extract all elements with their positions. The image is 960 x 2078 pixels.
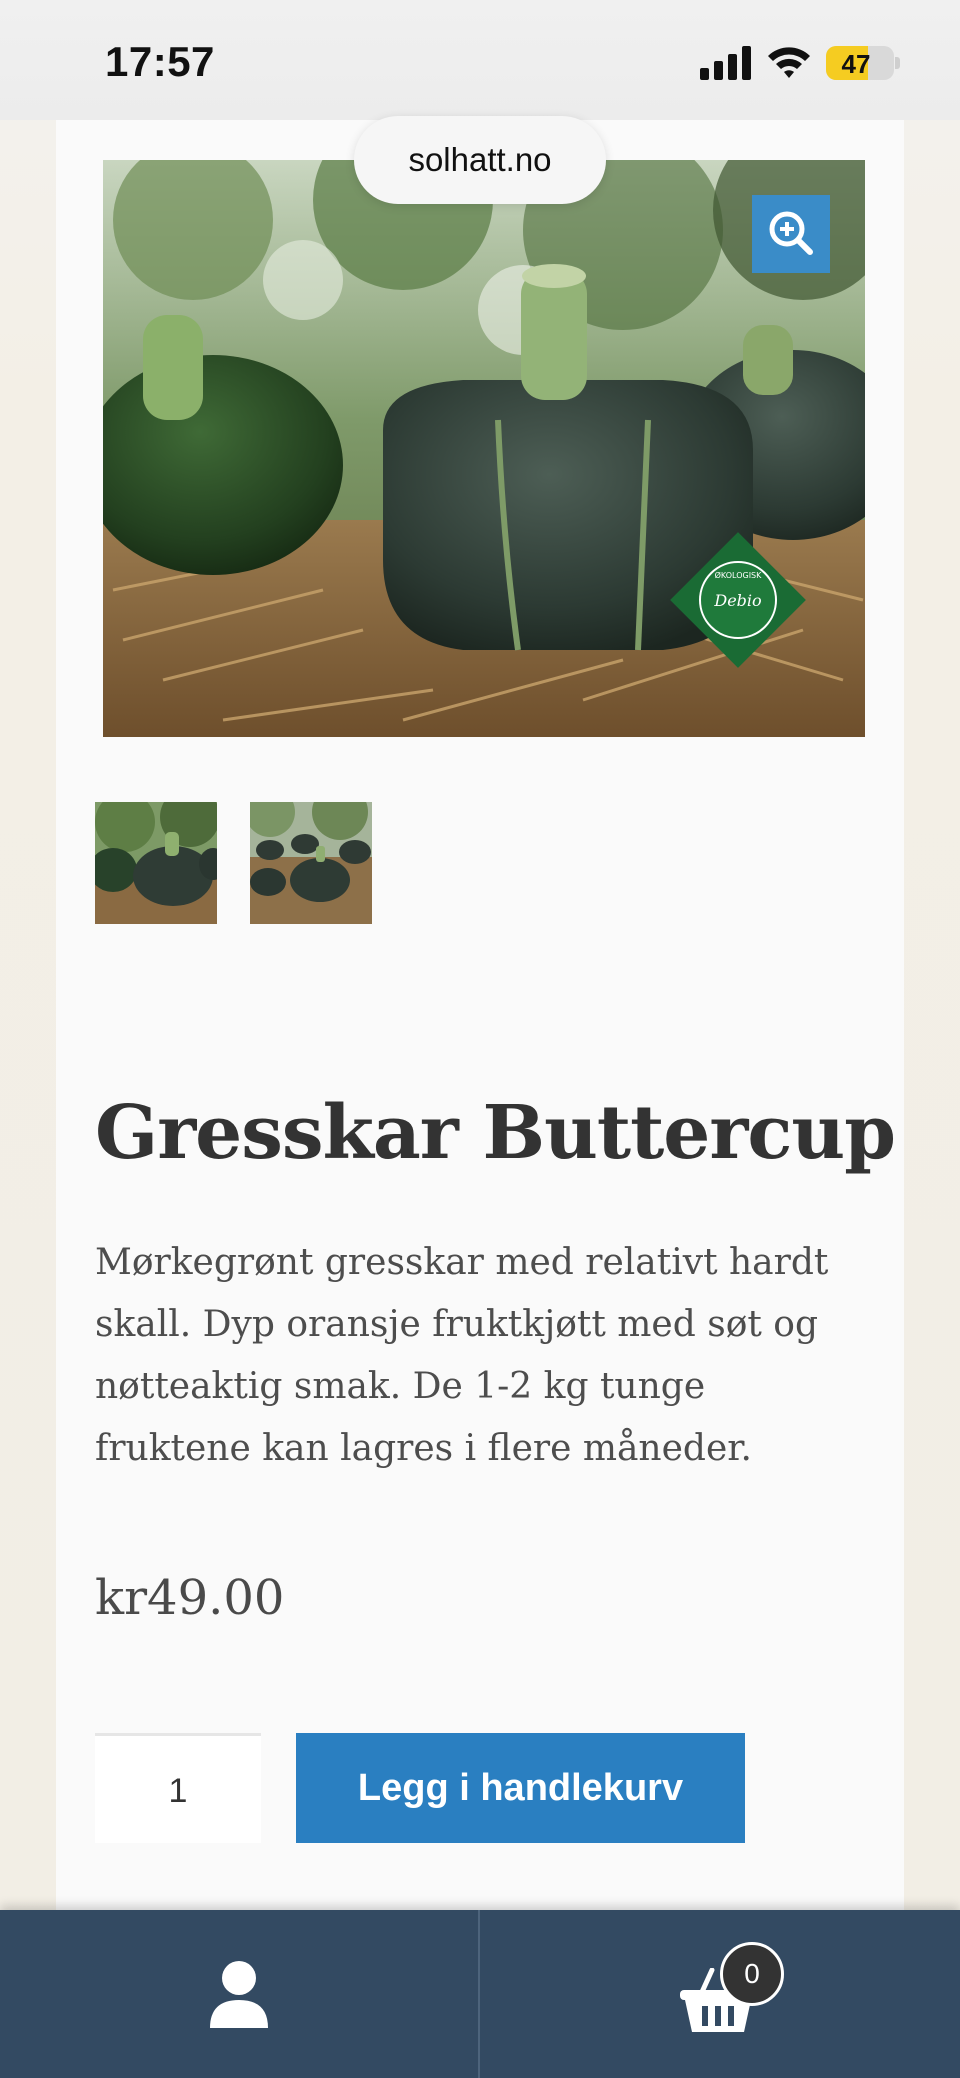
pumpkin-photo: Debio ØKOLOGISK xyxy=(103,160,865,737)
battery-level: 47 xyxy=(841,49,871,79)
status-time: 17:57 xyxy=(105,38,215,85)
bottom-navigation: 0 xyxy=(0,1910,960,2078)
cellular-signal-icon xyxy=(700,46,751,80)
product-main-image[interactable]: Debio ØKOLOGISK xyxy=(103,160,865,737)
battery-cap xyxy=(895,57,900,69)
zoom-button[interactable] xyxy=(752,195,830,273)
product-price: kr49.00 xyxy=(95,1570,285,1626)
badge-text: Debio xyxy=(713,591,761,610)
add-to-cart-button[interactable]: Legg i handlekurv xyxy=(296,1733,745,1843)
product-description: Mørkegrønt gresskar med relativt hardt s… xyxy=(95,1242,829,1469)
cart-count-badge: 0 xyxy=(720,1942,784,2006)
pumpkin-field-thumbnail-image xyxy=(250,802,372,924)
product-thumbnail-2[interactable] xyxy=(250,802,372,924)
pumpkin-thumbnail-image xyxy=(95,802,217,924)
status-bar: 17:57 47 xyxy=(0,0,960,120)
user-icon xyxy=(210,1961,268,2028)
url-bar[interactable]: solhatt.no xyxy=(354,116,606,204)
wifi-icon xyxy=(768,47,810,78)
battery-indicator: 47 xyxy=(826,46,894,80)
cart-button[interactable]: 0 xyxy=(480,1910,960,2078)
badge-ring-text: ØKOLOGISK xyxy=(715,570,763,580)
product-title: Gresskar Buttercup xyxy=(95,1090,896,1176)
quantity-input[interactable]: 1 xyxy=(95,1733,261,1843)
account-button[interactable] xyxy=(0,1910,478,2078)
product-thumbnail-1[interactable] xyxy=(95,802,217,924)
zoom-in-icon xyxy=(769,211,813,255)
